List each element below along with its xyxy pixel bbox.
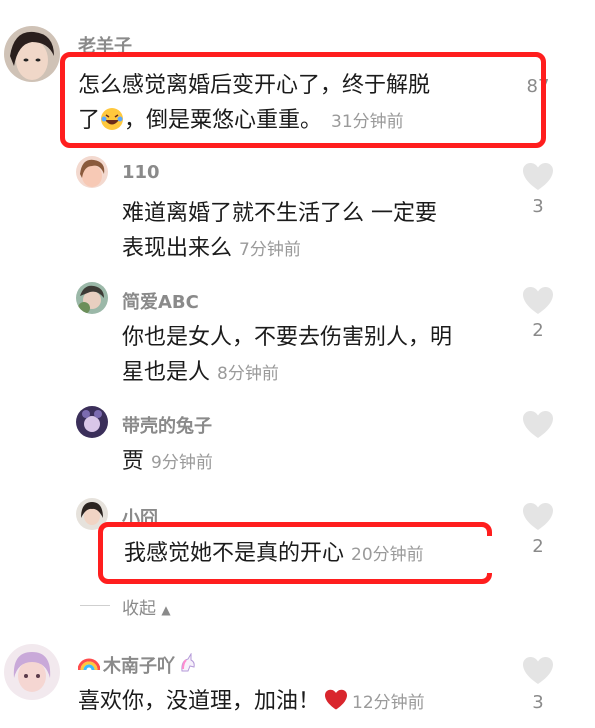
comment-time: 7分钟前 xyxy=(239,240,301,260)
avatar[interactable] xyxy=(4,26,60,82)
avatar[interactable] xyxy=(4,644,60,700)
comment-text-part: 贾 xyxy=(122,449,145,474)
avatar[interactable] xyxy=(76,282,108,314)
heart-outline-icon[interactable] xyxy=(522,162,554,192)
like-count: 2 xyxy=(532,536,544,557)
comment-username[interactable]: 简爱ABC xyxy=(122,288,199,314)
comment-text-line: 贾 9分钟前 xyxy=(122,444,522,481)
divider xyxy=(80,605,110,606)
comment-time: 9分钟前 xyxy=(151,453,213,473)
collapse-label: 收起 xyxy=(122,599,156,619)
comment-username[interactable]: 木南子吖 xyxy=(77,651,198,678)
heart-outline-icon[interactable] xyxy=(522,656,554,686)
comment-text-part: 表现出来么 xyxy=(122,236,233,261)
comment-text-line: 我感觉她不是真的开心 20分钟前 xyxy=(124,536,504,573)
comment-text-line: 难道离婚了就不生活了么 一定要 xyxy=(122,201,437,226)
avatar[interactable] xyxy=(76,406,108,438)
heart-outline-icon[interactable] xyxy=(522,410,554,440)
comment-text-line: 你也是女人，不要去伤害别人，明 xyxy=(122,325,453,350)
comment-time: 8分钟前 xyxy=(217,364,279,384)
comment-username[interactable]: 110 xyxy=(122,162,160,183)
comment-time: 20分钟前 xyxy=(351,545,424,565)
comment-text-part: 喜欢你，没道理，加油！ xyxy=(78,689,321,714)
comment-text-part: 星也是人 xyxy=(122,360,211,385)
unicorn-emoji-icon xyxy=(178,651,198,678)
like-count: 3 xyxy=(532,196,544,217)
red-heart-emoji-icon xyxy=(324,687,348,722)
caret-up-icon: ▲ xyxy=(161,603,171,617)
collapse-replies-button[interactable]: 收起 ▲ xyxy=(122,594,171,619)
heart-outline-icon[interactable] xyxy=(522,502,554,532)
avatar[interactable] xyxy=(76,156,108,188)
comment-text-line: 表现出来么 7分钟前 xyxy=(122,231,522,268)
comment-text: 我感觉她不是真的开心 20分钟前 xyxy=(124,536,504,573)
comment-text-line: 星也是人 8分钟前 xyxy=(122,355,522,392)
heart-outline-icon[interactable] xyxy=(522,286,554,316)
rainbow-emoji-icon xyxy=(77,655,101,676)
highlight-box xyxy=(60,52,546,148)
comment-text-part: 我感觉她不是真的开心 xyxy=(124,541,345,566)
like-count: 2 xyxy=(532,320,544,341)
like-count: 3 xyxy=(532,692,544,713)
comment-text: 你也是女人，不要去伤害别人，明 星也是人 8分钟前 xyxy=(122,320,522,392)
comment-text: 难道离婚了就不生活了么 一定要 表现出来么 7分钟前 xyxy=(122,196,522,268)
comment-text-line: 喜欢你，没道理，加油！ 12分钟前 xyxy=(78,684,518,722)
comment-time: 12分钟前 xyxy=(352,693,425,713)
comment-text: 喜欢你，没道理，加油！ 12分钟前 xyxy=(78,684,518,722)
comment-username[interactable]: 带壳的兔子 xyxy=(122,412,212,438)
comment-text: 贾 9分钟前 xyxy=(122,444,522,481)
username-text: 木南子吖 xyxy=(103,656,175,677)
